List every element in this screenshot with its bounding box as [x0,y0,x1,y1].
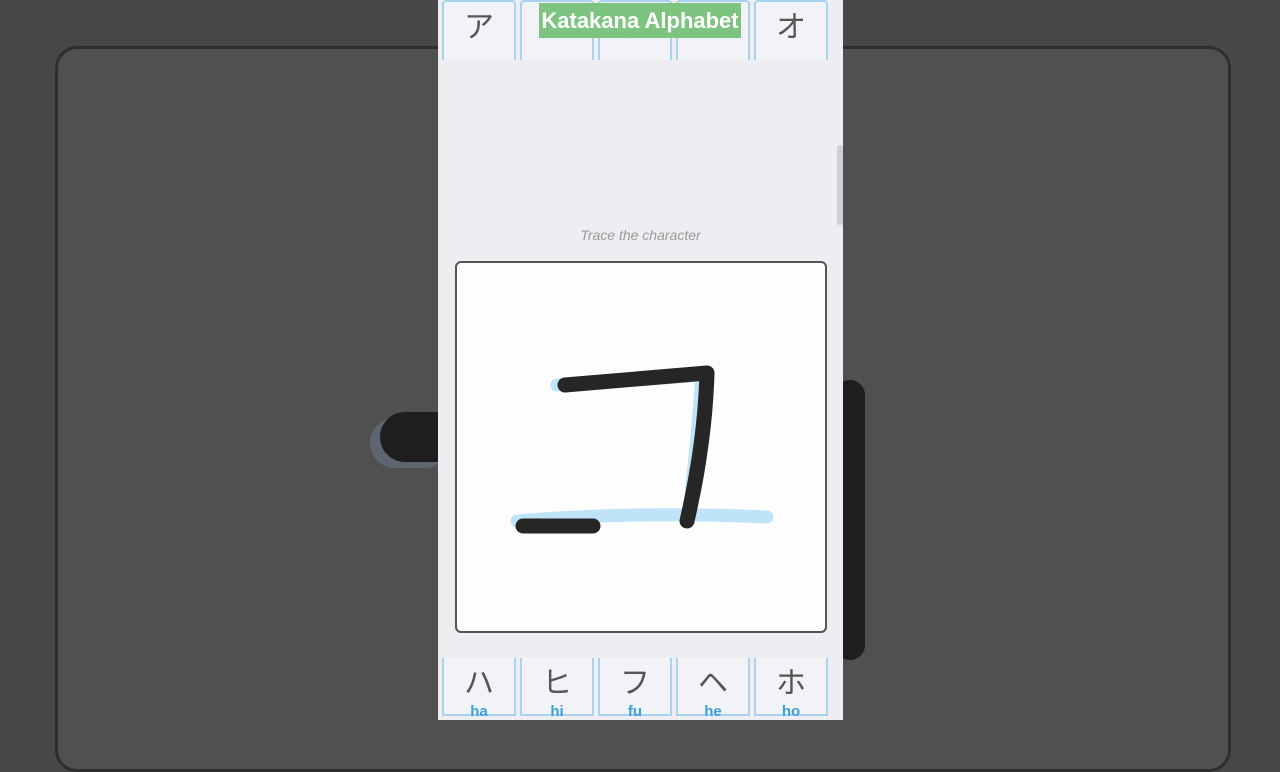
kana-char: ア [464,10,494,45]
kana-char: フ [620,666,650,701]
kana-key-a[interactable]: ア [442,0,516,60]
kana-char: ホ [776,666,806,701]
kana-char: ヘ [698,666,728,701]
kana-key-hi[interactable]: ヒ hi [520,658,594,720]
user-strokes [515,365,715,534]
kana-key-ha[interactable]: ハ ha [442,658,516,720]
scrollbar[interactable] [837,145,843,225]
romaji: ha [470,703,488,720]
kana-char: オ [776,10,806,45]
video-title-overlay: Katakana Alphabet [539,3,741,38]
drawing-surface [510,365,774,534]
romaji: ho [781,703,801,720]
user-stroke-1 [557,365,715,529]
kana-key-ho[interactable]: ホ ho [754,658,828,720]
kana-char: ハ [464,666,494,701]
kana-row-bottom: ハ ha ヒ hi フ fu ヘ he ホ ho [442,658,828,720]
guide-stroke-1 [550,367,710,520]
kana-key-fu[interactable]: フ fu [598,658,672,720]
trace-canvas[interactable] [455,261,827,633]
guide-strokes [510,367,774,528]
romaji: fu [627,703,643,720]
instruction-text: Trace the character [580,227,701,243]
app-screen: ア イ ウ エ オ yu Trace the character ハha ヒhi [438,0,843,720]
kana-key-o[interactable]: オ [754,0,828,60]
romaji: he [704,703,722,720]
kana-char: ヒ [542,666,572,701]
kana-key-he[interactable]: ヘ he [676,658,750,720]
romaji: hi [550,703,564,720]
